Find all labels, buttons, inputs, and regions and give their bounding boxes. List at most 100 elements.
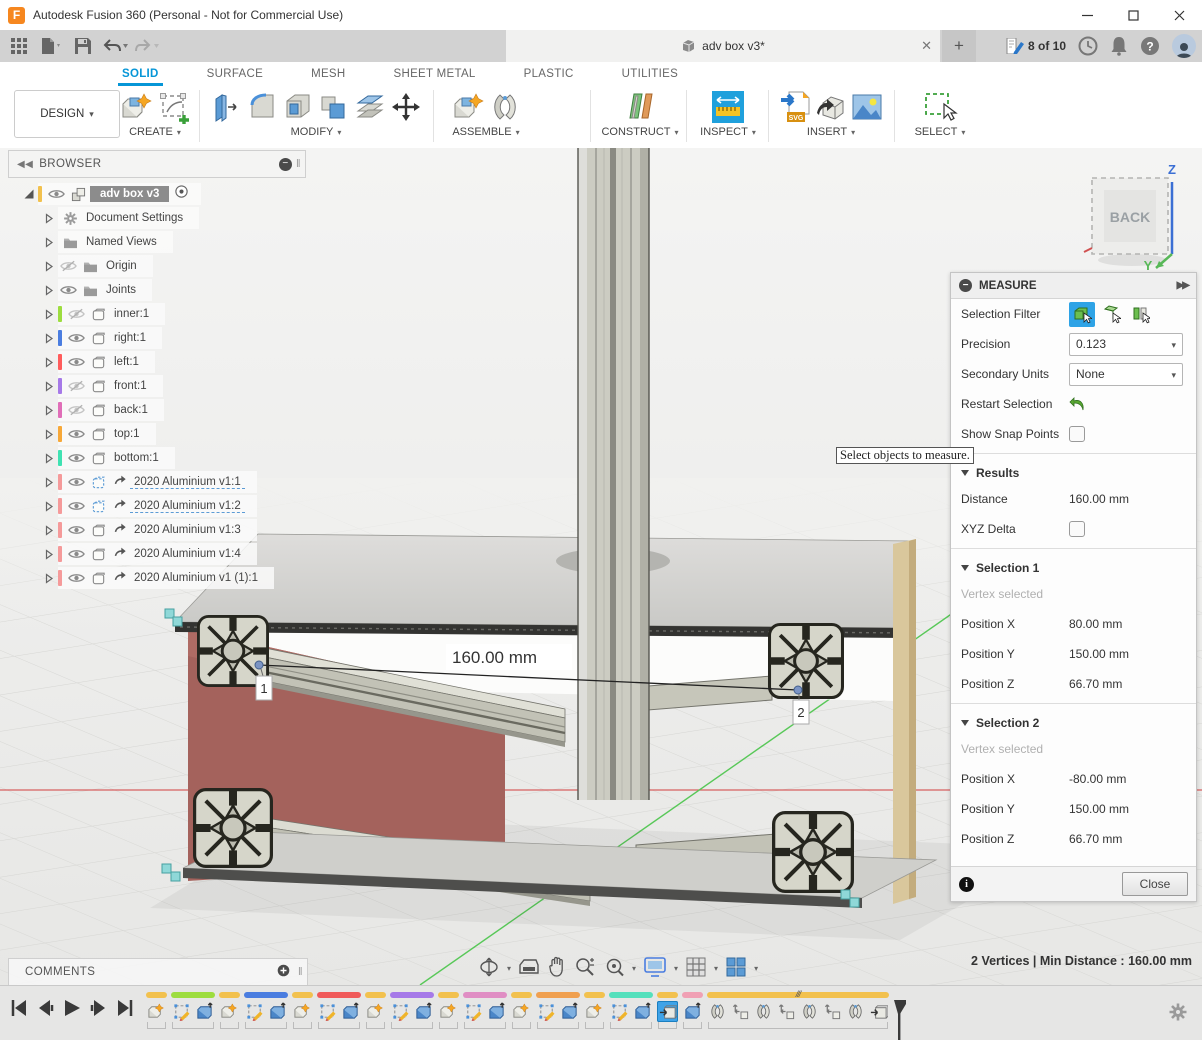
measure-icon[interactable] <box>711 90 745 124</box>
timeline-icon-sketch[interactable] <box>609 1001 630 1022</box>
timeline-icon-component[interactable] <box>438 1001 459 1022</box>
expand-caret-icon[interactable] <box>42 261 56 272</box>
panel-grip[interactable]: ‖ <box>298 966 303 978</box>
timeline-feature-group[interactable] <box>170 990 216 1029</box>
timeline-icon-component[interactable] <box>584 1001 605 1022</box>
tab-plastic[interactable]: PLASTIC <box>522 64 576 84</box>
timeline-icon-derive[interactable] <box>657 1001 678 1022</box>
close-dialog-button[interactable]: Close <box>1122 872 1188 896</box>
go-to-end-button[interactable] <box>116 998 134 1018</box>
tab-close-icon[interactable]: ✕ <box>921 38 932 54</box>
timeline-icon-movecomp[interactable] <box>730 1001 751 1022</box>
info-icon[interactable]: i <box>959 877 974 892</box>
timeline-feature-group[interactable] <box>656 990 679 1029</box>
expand-caret-icon[interactable] <box>42 477 56 488</box>
timeline-icon-extrude[interactable] <box>632 1001 653 1022</box>
filter-face-button[interactable] <box>1098 302 1124 327</box>
expand-caret-icon[interactable] <box>42 309 56 320</box>
timeline-group-capsule[interactable] <box>171 992 215 998</box>
measure-dialog-header[interactable]: − MEASURE ▶▶ <box>951 273 1196 299</box>
timeline-group-capsule[interactable] <box>146 992 167 998</box>
timeline-icon-extrude[interactable] <box>267 1001 288 1022</box>
fit-icon[interactable] <box>603 956 625 978</box>
timeline-icon-joint[interactable] <box>753 1001 774 1022</box>
chevron-down-icon[interactable] <box>714 958 718 976</box>
visibility-eye-off-icon[interactable] <box>66 308 86 320</box>
fillet-icon[interactable] <box>246 91 278 123</box>
close-button[interactable] <box>1156 0 1202 30</box>
timeline-feature-group[interactable] <box>510 990 533 1029</box>
timeline-group-capsule[interactable] <box>365 992 386 998</box>
timeline-icon-extrude[interactable] <box>682 1001 703 1022</box>
combine-icon[interactable] <box>318 91 350 123</box>
timeline-group-capsule[interactable] <box>584 992 605 998</box>
timeline-feature-group[interactable] <box>681 990 704 1029</box>
timeline-icon-sketch[interactable] <box>171 1001 192 1022</box>
timeline-group-capsule[interactable] <box>292 992 313 998</box>
notifications-bell-icon[interactable] <box>1110 36 1128 56</box>
tab-utilities[interactable]: UTILITIES <box>620 64 680 84</box>
visibility-eye-icon[interactable] <box>66 524 86 536</box>
timeline-group-capsule[interactable] <box>317 992 361 998</box>
browser-header[interactable]: ◀◀ BROWSER − ‖ <box>8 150 306 178</box>
construct-label[interactable]: CONSTRUCT <box>601 126 670 138</box>
timeline-icon-sketch[interactable] <box>317 1001 338 1022</box>
insert-canvas-icon[interactable] <box>851 91 883 123</box>
browser-item-2020-aluminium-v1-1[interactable]: 2020 Aluminium v1:1 <box>8 470 306 494</box>
expand-caret-icon[interactable] <box>42 405 56 416</box>
browser-item-right-1[interactable]: right:1 <box>8 326 306 350</box>
visibility-eye-icon[interactable] <box>66 356 86 368</box>
expand-caret-icon[interactable] <box>42 285 56 296</box>
minimize-button[interactable] <box>1064 0 1110 30</box>
visibility-eye-off-icon[interactable] <box>66 380 86 392</box>
chevron-down-icon[interactable] <box>507 958 511 976</box>
browser-item-back-1[interactable]: back:1 <box>8 398 306 422</box>
timeline-feature-group[interactable] <box>462 990 508 1029</box>
history-clock-icon[interactable] <box>1078 36 1098 56</box>
insert-mesh-icon[interactable] <box>815 91 847 123</box>
viewport[interactable]: 160.00 mm 1 2 BACK Z Y <box>0 148 1202 985</box>
browser-item-top-1[interactable]: top:1 <box>8 422 306 446</box>
add-comment-icon[interactable] <box>277 964 290 980</box>
timeline-icon-extrude[interactable] <box>486 1001 507 1022</box>
visibility-eye-icon[interactable] <box>66 428 86 440</box>
dock-panel-icon[interactable]: ▶▶ <box>1177 280 1188 291</box>
display-settings-icon[interactable] <box>643 956 667 978</box>
vertical-extrusion-column[interactable] <box>578 148 649 800</box>
expand-caret-icon[interactable] <box>42 429 56 440</box>
offset-face-icon[interactable] <box>354 91 386 123</box>
document-tab[interactable]: adv box v3* ✕ <box>506 30 940 62</box>
grid-snap-icon[interactable] <box>685 956 707 978</box>
timeline-icon-component[interactable] <box>511 1001 532 1022</box>
timeline-feature-group[interactable]: /// <box>706 990 890 1029</box>
timeline-feature-group[interactable] <box>364 990 387 1029</box>
viewports-icon[interactable] <box>725 956 747 978</box>
expand-caret-icon[interactable] <box>42 525 56 536</box>
browser-item-2020-aluminium-v1-1-1[interactable]: 2020 Aluminium v1 (1):1 <box>8 566 306 590</box>
timeline-icon-sketch[interactable] <box>244 1001 265 1022</box>
visibility-eye-icon[interactable] <box>66 572 86 584</box>
expand-caret-icon[interactable] <box>42 501 56 512</box>
job-status[interactable]: 8 of 10 <box>1006 38 1066 54</box>
timeline-icon-component[interactable] <box>146 1001 167 1022</box>
profile-bottom-left[interactable] <box>195 790 272 867</box>
timeline-group-capsule[interactable] <box>609 992 653 998</box>
timeline-feature-group[interactable] <box>243 990 289 1029</box>
expanded-triangle-icon[interactable] <box>22 188 36 200</box>
timeline-icon-derive[interactable] <box>868 1001 889 1022</box>
inspect-label[interactable]: INSPECT <box>700 126 748 138</box>
collapse-panel-icon[interactable]: ◀◀ <box>17 159 33 170</box>
chevron-down-icon[interactable] <box>632 958 636 976</box>
timeline-group-capsule[interactable] <box>219 992 240 998</box>
expand-caret-icon[interactable] <box>42 381 56 392</box>
timeline-icon-extrude[interactable] <box>194 1001 215 1022</box>
timeline-icon-sketch[interactable] <box>536 1001 557 1022</box>
expand-caret-icon[interactable] <box>42 549 56 560</box>
new-tab-button[interactable]: + <box>942 30 976 62</box>
step-forward-button[interactable] <box>90 998 108 1018</box>
precision-select[interactable]: 0.123 <box>1069 333 1183 356</box>
filter-body-button[interactable] <box>1069 302 1095 327</box>
dialog-collapse-icon[interactable]: − <box>959 279 972 292</box>
timeline-feature-group[interactable] <box>316 990 362 1029</box>
selection2-section-header[interactable]: Selection 2 <box>951 708 1196 734</box>
